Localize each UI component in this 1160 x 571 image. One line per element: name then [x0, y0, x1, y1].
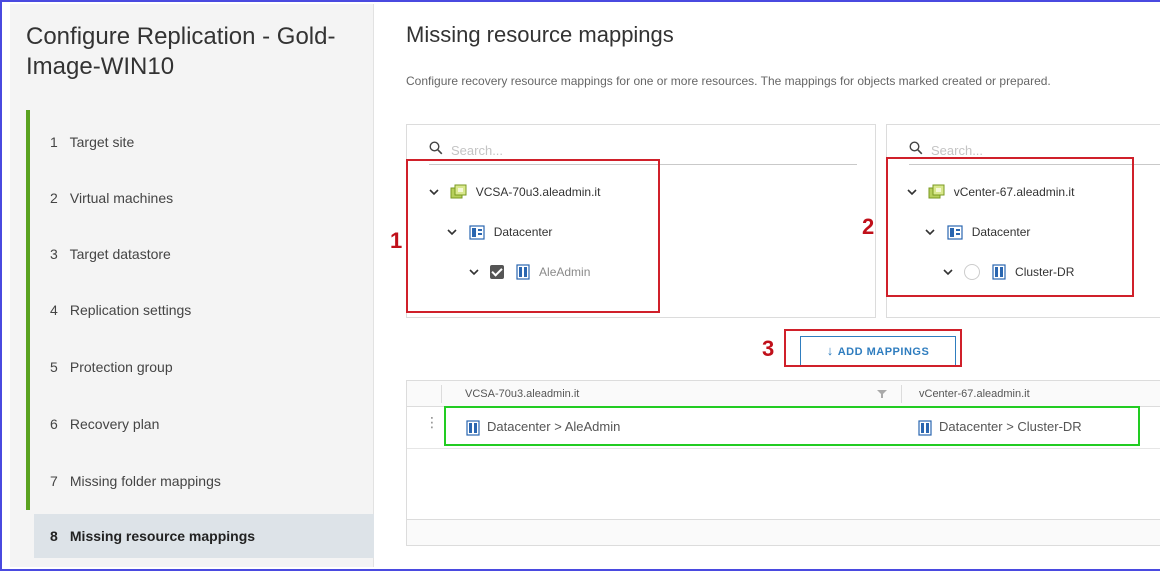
- step-number: 8: [50, 528, 58, 544]
- step-label: Recovery plan: [69, 416, 160, 432]
- annotation-marker-1: 1: [390, 228, 403, 253]
- column-divider: [901, 385, 902, 403]
- steps-progress-bar: [26, 110, 30, 510]
- row-actions-icon[interactable]: ⋮: [425, 415, 439, 437]
- step-number: 5: [50, 359, 58, 375]
- step-number: 4: [50, 302, 58, 318]
- step-number: 2: [50, 190, 58, 206]
- step-number: 3: [50, 246, 58, 262]
- step-label: Target site: [69, 134, 135, 150]
- wizard-sidebar: Configure Replication - Gold-Image-WIN10…: [10, 4, 374, 567]
- step-recovery-plan[interactable]: 6 Recovery plan: [50, 414, 159, 434]
- annotation-marker-2: 2: [862, 214, 875, 239]
- annotation-box-target: [886, 157, 1134, 297]
- step-protection-group[interactable]: 5 Protection group: [50, 357, 173, 377]
- annotation-marker-3: 3: [762, 336, 775, 361]
- step-number: 7: [50, 473, 58, 489]
- page-description: Configure recovery resource mappings for…: [406, 74, 1051, 88]
- step-target-site[interactable]: 1 Target site: [50, 132, 134, 152]
- step-replication-settings[interactable]: 4 Replication settings: [50, 300, 191, 320]
- filter-icon[interactable]: [877, 389, 887, 399]
- page-title: Missing resource mappings: [406, 22, 674, 47]
- step-label: Replication settings: [69, 302, 192, 318]
- column-header-source[interactable]: VCSA-70u3.aleadmin.it: [465, 388, 579, 400]
- step-label: Missing resource mappings: [69, 528, 256, 544]
- step-number: 1: [50, 134, 58, 150]
- mappings-grid: VCSA-70u3.aleadmin.it vCenter-67.aleadmi…: [406, 380, 1160, 546]
- annotation-box-mapping: [444, 406, 1140, 446]
- column-divider: [441, 385, 442, 403]
- grid-header: VCSA-70u3.aleadmin.it vCenter-67.aleadmi…: [407, 381, 1160, 407]
- step-label: Target datastore: [69, 246, 171, 262]
- grid-footer: [407, 519, 1160, 545]
- annotation-box-source: [406, 159, 660, 313]
- step-virtual-machines[interactable]: 2 Virtual machines: [50, 188, 173, 208]
- step-missing-resource-mappings[interactable]: 8 Missing resource mappings: [34, 514, 374, 558]
- column-header-target[interactable]: vCenter-67.aleadmin.it: [919, 388, 1030, 400]
- wizard-title: Configure Replication - Gold-Image-WIN10: [26, 23, 336, 80]
- search-icon: [429, 141, 443, 155]
- step-label: Protection group: [69, 359, 173, 375]
- step-label: Missing folder mappings: [69, 473, 221, 489]
- source-search-input[interactable]: [451, 139, 751, 161]
- step-number: 6: [50, 416, 58, 432]
- step-label: Virtual machines: [69, 190, 174, 206]
- search-icon: [909, 141, 923, 155]
- annotation-box-add: [784, 329, 962, 367]
- step-target-datastore[interactable]: 3 Target datastore: [50, 244, 171, 264]
- step-missing-folder-mappings[interactable]: 7 Missing folder mappings: [50, 471, 221, 491]
